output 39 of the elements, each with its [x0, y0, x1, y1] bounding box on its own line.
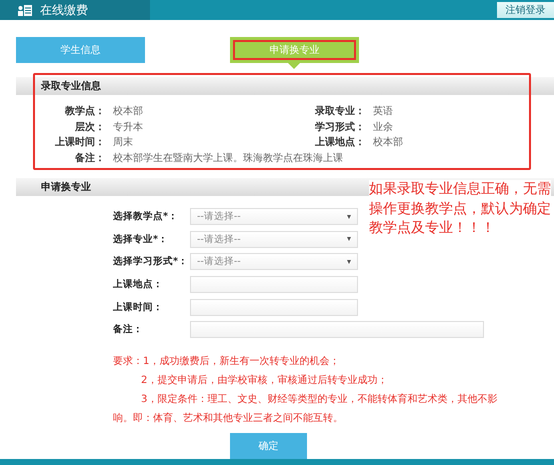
requirement-text: 要求：1，成功缴费后，新生有一次转专业的机会；	[113, 354, 340, 370]
field-label: 选择教学点*：	[113, 210, 179, 223]
field-label: 上课时间：	[54, 136, 105, 150]
select-field[interactable]: --请选择--	[190, 253, 358, 270]
field-label: 上课时间：	[113, 300, 164, 314]
field-label: 选择专业*：	[113, 232, 169, 246]
field-label: 选择学习形式*：	[113, 255, 189, 268]
caret-icon	[347, 237, 351, 242]
input-field[interactable]	[190, 276, 358, 294]
select-field[interactable]: --请选择--	[190, 230, 358, 248]
field-value: 专升本	[113, 120, 144, 134]
caret-icon	[347, 214, 351, 218]
field-label: 上课地点：	[314, 136, 365, 150]
select-field[interactable]: --请选择--	[190, 208, 358, 225]
app-title: 在线缴费	[40, 2, 88, 18]
section-header: 录取专业信息	[16, 77, 554, 95]
field-label: 录取专业：	[314, 104, 365, 119]
field-label: 学习形式：	[314, 120, 365, 134]
field-value: 业余	[373, 120, 394, 134]
field-value: 校本部	[373, 136, 404, 150]
field-label: 教学点：	[64, 104, 105, 119]
field-label: 备注：	[74, 151, 105, 166]
input-field[interactable]	[190, 298, 358, 316]
field-label: 层次：	[74, 120, 105, 134]
field-value: 英语	[373, 104, 394, 119]
pointer-icon	[288, 63, 300, 69]
requirement-text: 2，提交申请后，由学校审核，审核通过后转专业成功；	[140, 374, 388, 388]
confirm-button[interactable]: 确定	[230, 433, 307, 460]
caret-icon	[347, 260, 351, 264]
field-value: 校本部	[113, 104, 144, 119]
user-list-icon	[18, 4, 32, 16]
field-label: 上课地点：	[113, 278, 164, 292]
requirement-text: 3，限定条件：理工、文史、财经等类型的专业，不能转体育和艺术类，其他不影响。即：体育、艺术和其他专业三者之间不能互转。	[113, 392, 498, 426]
logout-button[interactable]: 注销登录	[497, 2, 554, 18]
field-value: 周末	[113, 136, 134, 150]
tab[interactable]: 学生信息	[16, 37, 145, 63]
field-label: 备注：	[113, 323, 144, 336]
input-field[interactable]	[190, 321, 484, 338]
field-value: 校本部学生在暨南大学上课。珠海教学点在珠海上课	[113, 152, 344, 166]
